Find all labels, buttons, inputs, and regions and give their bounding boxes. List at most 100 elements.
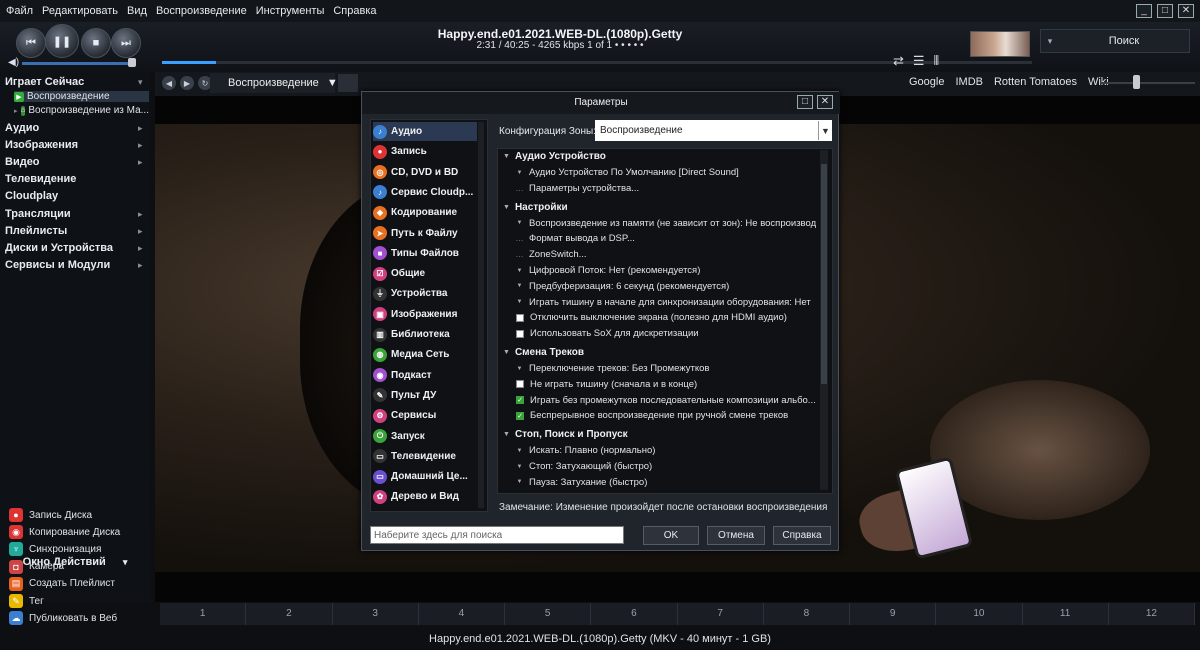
back-icon[interactable]: ◀ <box>162 76 176 90</box>
category-item[interactable]: ⏚ Устройства <box>373 284 477 303</box>
category-item[interactable]: ☑ Общие <box>373 264 477 283</box>
cancel-button[interactable]: Отмена <box>707 526 765 545</box>
zoom-knob[interactable] <box>1133 75 1140 89</box>
category-item[interactable]: ✿ Дерево и Вид <box>373 487 477 506</box>
sidebar-section[interactable]: Диски и Устройства <box>5 242 113 254</box>
action-item[interactable]: ◘ Камера <box>9 559 64 574</box>
option-group[interactable]: ▼ Настройки <box>503 202 568 213</box>
option-item[interactable]: … Формат вывода и DSP... <box>516 233 816 244</box>
menu-item[interactable]: Воспроизведение <box>156 5 247 17</box>
menu-item[interactable]: Инструменты <box>256 5 325 17</box>
option-item[interactable]: ▼ Цифровой Поток: Нет (рекомендуется) <box>516 265 816 276</box>
checkbox[interactable]: ✓ <box>516 396 524 405</box>
minimize-button[interactable]: _ <box>1136 4 1152 18</box>
chapter-marker[interactable]: 9 <box>850 603 937 625</box>
sidebar-section[interactable]: Изображения <box>5 139 78 151</box>
menu-item[interactable]: Вид <box>127 5 147 17</box>
option-item[interactable]: ✓ Играть без промежутков последовательные… <box>516 395 816 406</box>
option-item[interactable]: ▼ Стоп: Затухающий (быстро) <box>516 461 816 472</box>
category-item[interactable]: ✎ Пульт ДУ <box>373 386 477 405</box>
chapter-strip[interactable]: 1 2 3 4 5 6 7 8 9 10 11 12 <box>160 603 1195 625</box>
sidebar-section[interactable]: Трансляции <box>5 208 71 220</box>
category-item[interactable]: ♪ Сервис Cloudp... <box>373 183 477 202</box>
category-item[interactable]: ▥ Библиотека <box>373 325 477 344</box>
view-toggle[interactable] <box>338 74 358 92</box>
next-button[interactable]: ⏭ <box>111 28 141 58</box>
sidebar-sub-playback[interactable]: ▶ Воспроизведение <box>14 91 149 102</box>
menu-item[interactable]: Файл <box>6 5 33 17</box>
checkbox[interactable]: ✓ <box>516 411 524 420</box>
checkbox[interactable] <box>516 313 524 322</box>
menu-item[interactable]: Справка <box>333 5 376 17</box>
category-item[interactable]: ◎ CD, DVD и BD <box>373 163 477 182</box>
previous-button[interactable]: ⏮ <box>16 28 46 58</box>
category-item[interactable]: ● Запись <box>373 142 477 161</box>
option-item[interactable]: ▼ Аудио Устройство По Умолчанию [Direct S… <box>516 167 816 178</box>
options-scroll-thumb[interactable] <box>821 164 827 384</box>
forward-icon[interactable]: ▶ <box>180 76 194 90</box>
sidebar-section[interactable]: Cloudplay <box>5 190 58 202</box>
zone-config-select[interactable]: Воспроизведение ▼ <box>595 120 832 141</box>
link-google[interactable]: Google <box>909 76 944 88</box>
sidebar-section[interactable]: Телевидение <box>5 173 76 185</box>
category-item[interactable]: ▭ Телевидение <box>373 447 477 466</box>
dialog-close-button[interactable]: ✕ <box>817 95 833 109</box>
sidebar-section[interactable]: Видео <box>5 156 40 168</box>
category-item[interactable]: ◆ Кодирование <box>373 203 477 222</box>
chapter-marker[interactable]: 5 <box>505 603 592 625</box>
option-item[interactable]: … ZoneSwitch... <box>516 249 816 260</box>
view-selector[interactable]: Воспроизведение ▼ <box>210 73 338 93</box>
action-item[interactable]: ✎ Тег <box>9 594 44 608</box>
action-item[interactable]: ● Запись Диска <box>9 508 92 522</box>
zoom-slider[interactable] <box>1100 82 1195 84</box>
chapter-marker[interactable]: 7 <box>678 603 764 625</box>
sidebar-section[interactable]: Аудио <box>5 122 39 134</box>
maximize-button[interactable]: □ <box>1157 4 1173 18</box>
option-item[interactable]: Использовать SoX для дискретизации <box>516 328 816 339</box>
chapter-marker[interactable]: 6 <box>591 603 678 625</box>
chapter-marker[interactable]: 4 <box>419 603 505 625</box>
chapter-marker[interactable]: 12 <box>1109 603 1195 625</box>
category-item[interactable]: ▣ Изображения <box>373 305 477 324</box>
option-item[interactable]: … Параметры устройства... <box>516 183 816 194</box>
category-item[interactable]: ⏻ Запуск <box>373 427 477 446</box>
menu-item[interactable]: Редактировать <box>42 5 118 17</box>
action-item[interactable]: ▤ Создать Плейлист <box>9 576 115 591</box>
category-item[interactable]: ◍ Медиа Сеть <box>373 345 477 364</box>
option-item[interactable]: ▼ Играть тишину в начале для синхронизаци… <box>516 297 816 308</box>
option-item[interactable]: ▼ Пауза: Затухание (быстро) <box>516 477 816 488</box>
option-item[interactable]: ▼ Предбуферизация: 6 секунд (рекомендуетс… <box>516 281 816 292</box>
volume-knob[interactable] <box>128 58 136 67</box>
dialog-maximize-button[interactable]: □ <box>797 95 813 109</box>
action-item[interactable]: ◉ Копирование Диска <box>9 525 120 540</box>
shuffle-icon[interactable]: ⇄ <box>893 53 904 69</box>
help-button[interactable]: Справка <box>773 526 831 545</box>
album-art-thumbnail[interactable] <box>970 31 1030 57</box>
option-group[interactable]: ▼ Аудио Устройство <box>503 151 606 162</box>
search-box[interactable]: ▾ Поиск <box>1040 29 1190 53</box>
option-item[interactable]: ▼ Воспроизведение из памяти (не зависит о… <box>516 218 816 229</box>
category-item[interactable]: ➤ Путь к Файлу <box>373 224 477 243</box>
option-item[interactable]: Отключить выключение экрана (полезно для… <box>516 312 816 323</box>
pause-button[interactable]: ❚❚ <box>45 24 79 58</box>
columns-icon[interactable]: ⫴ <box>934 53 939 69</box>
link-imdb[interactable]: IMDB <box>955 76 983 88</box>
ok-button[interactable]: OK <box>643 526 699 545</box>
action-item[interactable]: ☁ Публиковать в Веб <box>9 611 117 626</box>
option-item[interactable]: ▼ Искать: Плавно (нормально) <box>516 445 816 456</box>
option-item[interactable]: ▼ Переключение треков: Без Промежутков <box>516 363 816 374</box>
chapter-marker[interactable]: 11 <box>1023 603 1109 625</box>
dialog-search-input[interactable]: Наберите здесь для поиска <box>370 526 624 544</box>
search-dropdown-icon[interactable]: ▾ <box>1041 36 1059 47</box>
category-item[interactable]: ♪ Аудио <box>373 122 477 141</box>
action-item[interactable]: ♆ Синхронизация <box>9 542 101 557</box>
chapter-marker[interactable]: 8 <box>764 603 850 625</box>
close-button[interactable]: ✕ <box>1178 4 1194 18</box>
volume-slider[interactable] <box>22 62 131 65</box>
chapter-marker[interactable]: 2 <box>246 603 333 625</box>
category-item[interactable]: ◉ Подкаст <box>373 366 477 385</box>
chapter-marker[interactable]: 1 <box>160 603 247 625</box>
stop-button[interactable]: ■ <box>81 28 111 58</box>
option-group[interactable]: ▼ Стоп, Поиск и Пропуск <box>503 429 628 440</box>
chapter-marker[interactable]: 10 <box>936 603 1023 625</box>
